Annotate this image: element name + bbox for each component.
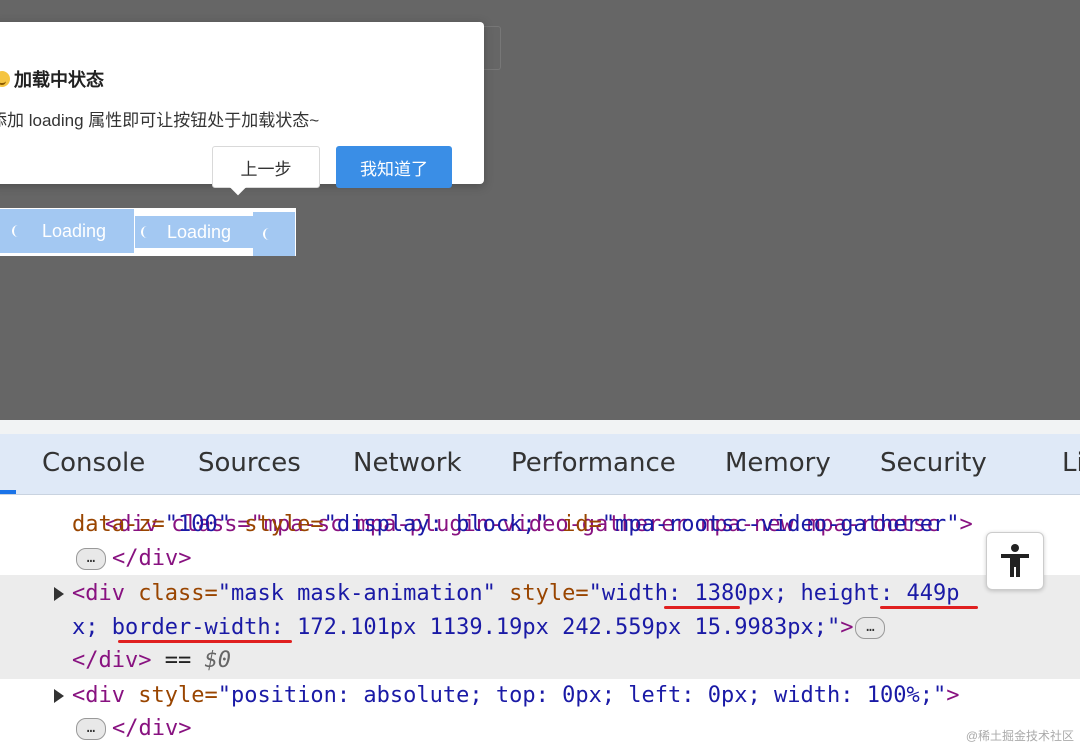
accessibility-button[interactable]	[986, 532, 1044, 590]
popover-description: 添加 loading 属性即可让按钮处于加载状态~	[0, 111, 320, 130]
collapsed-children-button[interactable]: …	[76, 548, 106, 570]
attr-value: x; border-width: 172.101px 1139.19px 242…	[72, 615, 841, 640]
spinner-icon	[141, 226, 153, 238]
console-ref: $0	[204, 648, 231, 673]
devtools-resizer[interactable]	[0, 420, 1080, 434]
smile-emoji-icon	[0, 71, 10, 87]
active-tab-indicator	[0, 490, 16, 494]
closing-tag: </div>	[112, 546, 192, 571]
attr-value: "position: absolute; top: 0px; left: 0px…	[217, 683, 947, 708]
attr-value: "mpa-rootsc-video-gatherer"	[601, 512, 960, 537]
expand-caret-icon[interactable]	[54, 587, 64, 601]
attr-value: "100"	[164, 512, 231, 537]
attr-value: "mask mask-animation"	[217, 581, 496, 606]
expand-caret-icon[interactable]	[54, 689, 64, 703]
tab-lighthouse[interactable]: Li	[1062, 448, 1080, 478]
loading-buttons-highlight: Loading Loading	[0, 208, 296, 256]
spinner-icon	[12, 225, 24, 237]
popover-title: 加载中状态	[0, 66, 104, 92]
tab-sources[interactable]: Sources	[198, 448, 301, 478]
equals-marker: ==	[151, 648, 205, 673]
tag-bracket: >	[959, 512, 973, 537]
loading-icon-button[interactable]	[253, 212, 295, 256]
attr-value: "display: block;"	[323, 512, 549, 537]
closing-tag: </div>	[72, 648, 152, 673]
loading-button-label: Loading	[167, 221, 232, 242]
tour-popover: 加载中状态 添加 loading 属性即可让按钮处于加载状态~ 上一步 我知道了	[0, 22, 484, 188]
popover-title-text: 加载中状态	[14, 70, 104, 90]
tab-security[interactable]: Security	[880, 448, 987, 478]
dom-node-line: data-z="100" style="display: block;" id=…	[72, 509, 973, 541]
tab-performance[interactable]: Performance	[511, 448, 676, 478]
got-it-button[interactable]: 我知道了	[336, 146, 452, 188]
tab-network[interactable]: Network	[353, 448, 462, 478]
tag-bracket: >	[840, 615, 854, 640]
attr-name: class=	[124, 581, 218, 606]
tag-name: <div	[72, 683, 125, 708]
loading-button[interactable]: Loading	[0, 209, 134, 253]
dom-node-line: </div> == $0	[72, 645, 231, 677]
collapsed-children-button[interactable]: …	[76, 718, 106, 740]
elements-tree: <div class="mpa-sc mpa-plugin-video-gath…	[0, 495, 1080, 748]
loading-button-label: Loading	[42, 220, 107, 241]
attr-name: style=	[230, 512, 324, 537]
dom-node-line[interactable]: <div class="mask mask-animation" style="…	[72, 578, 959, 610]
tag-bracket: >	[946, 683, 960, 708]
loading-button[interactable]: Loading	[135, 216, 253, 248]
accessibility-icon	[1001, 544, 1029, 577]
annotation-underline-height	[880, 606, 978, 609]
dom-node-line: … </div>	[76, 713, 191, 745]
spinner-icon	[263, 228, 275, 240]
annotation-underline-width	[664, 606, 740, 609]
collapsed-children-button[interactable]: …	[855, 617, 886, 639]
dom-node-line[interactable]: <div style="position: absolute; top: 0px…	[72, 680, 959, 712]
dom-node-line: <div class="mpa-sc mpa-plugin-video-gath…	[52, 495, 939, 537]
annotation-underline-border-width	[118, 640, 292, 643]
tab-memory[interactable]: Memory	[725, 448, 831, 478]
attr-name: data-z=	[72, 512, 165, 537]
closing-tag: </div>	[112, 716, 192, 741]
attr-value: "width: 1380px; height: 449p	[588, 581, 960, 606]
devtools-tabbar: Console Sources Network Performance Memo…	[0, 434, 1080, 495]
dom-node-line: … </div>	[76, 543, 191, 575]
watermark: @稀土掘金技术社区	[965, 729, 1074, 743]
page-mask-overlay: 加载中状态 添加 loading 属性即可让按钮处于加载状态~ 上一步 我知道了…	[0, 0, 1080, 420]
attr-name: id=	[548, 512, 602, 537]
attr-name: style=	[495, 581, 589, 606]
tag-name: <div	[72, 581, 125, 606]
attr-name: style=	[124, 683, 218, 708]
tab-console[interactable]: Console	[42, 448, 145, 478]
